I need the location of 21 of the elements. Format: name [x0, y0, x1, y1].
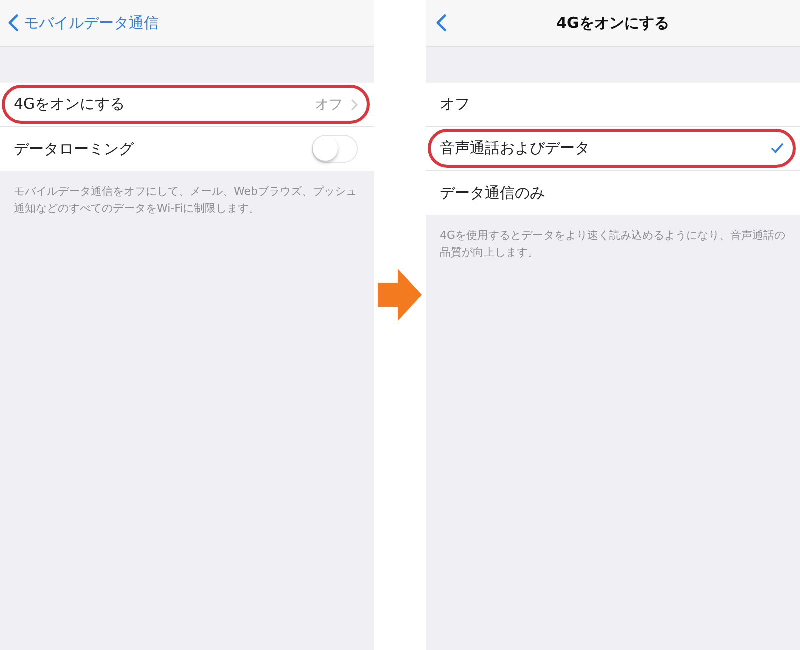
footer-note: モバイルデータ通信をオフにして、メール、Webブラウズ、プッシュ通知などのすべてのデータをWi-Fiに制限します。: [14, 184, 358, 217]
row-label: データローミング: [14, 140, 136, 158]
row-label: 4Gをオンにする: [14, 95, 126, 114]
option-label: 音声通話およびデータ: [440, 139, 591, 158]
footer-note: 4Gを使用するとデータをより速く読み込めるようになり、音声通話の品質が向上します。: [440, 228, 786, 261]
option-label: データ通信のみ: [440, 184, 546, 202]
chevron-right-icon: [351, 98, 358, 110]
back-chevron-icon[interactable]: [436, 14, 447, 32]
back-button[interactable]: モバイルデータ通信: [8, 14, 159, 32]
back-chevron-icon: [8, 14, 19, 32]
checkmark-icon: [771, 143, 784, 154]
toggle-switch[interactable]: [312, 135, 358, 163]
settings-row[interactable]: 4Gをオンにする オフ: [0, 83, 374, 127]
row-value: オフ: [315, 96, 343, 114]
arrow-right-icon: [378, 269, 422, 321]
option-row[interactable]: データ通信のみ: [426, 171, 800, 215]
option-row[interactable]: オフ: [426, 83, 800, 127]
option-row[interactable]: 音声通話およびデータ: [426, 127, 800, 171]
nav-title: 4Gをオンにする: [556, 14, 670, 32]
toggle-row[interactable]: データローミング: [0, 127, 374, 171]
option-label: オフ: [440, 95, 471, 114]
